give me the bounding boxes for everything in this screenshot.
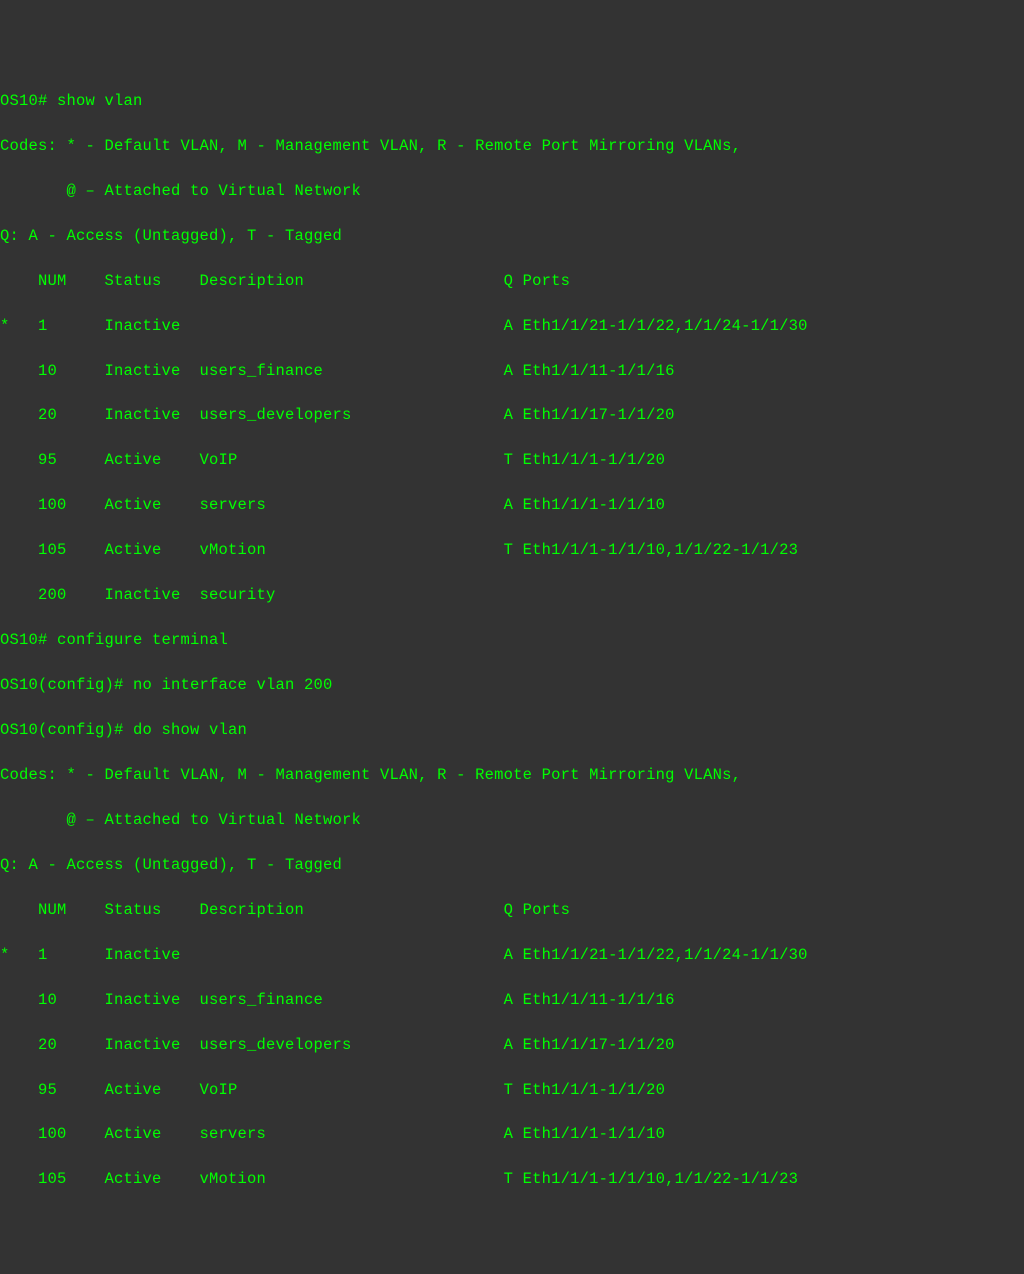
terminal-line: Codes: * - Default VLAN, M - Management … — [0, 135, 1024, 157]
table-header: NUM Status Description Q Ports — [0, 270, 1024, 292]
table-row: 100 Active servers A Eth1/1/1-1/1/10 — [0, 494, 1024, 516]
table-row: 105 Active vMotion T Eth1/1/1-1/1/10,1/1… — [0, 1168, 1024, 1190]
prompt: OS10(config)# — [0, 676, 133, 694]
command: no interface vlan 200 — [133, 676, 333, 694]
table-row: 20 Inactive users_developers A Eth1/1/17… — [0, 404, 1024, 426]
command: do show vlan — [133, 721, 247, 739]
terminal-line: OS10# show vlan — [0, 90, 1024, 112]
prompt: OS10# — [0, 92, 57, 110]
terminal-line: Q: A - Access (Untagged), T - Tagged — [0, 854, 1024, 876]
table-row: 20 Inactive users_developers A Eth1/1/17… — [0, 1034, 1024, 1056]
table-row: 10 Inactive users_finance A Eth1/1/11-1/… — [0, 360, 1024, 382]
command: show vlan — [57, 92, 143, 110]
terminal-line: Codes: * - Default VLAN, M - Management … — [0, 764, 1024, 786]
table-header: NUM Status Description Q Ports — [0, 899, 1024, 921]
terminal-line: OS10# configure terminal — [0, 629, 1024, 651]
terminal-line: Q: A - Access (Untagged), T - Tagged — [0, 225, 1024, 247]
table-row: * 1 Inactive A Eth1/1/21-1/1/22,1/1/24-1… — [0, 315, 1024, 337]
table-row: 95 Active VoIP T Eth1/1/1-1/1/20 — [0, 449, 1024, 471]
table-row: * 1 Inactive A Eth1/1/21-1/1/22,1/1/24-1… — [0, 944, 1024, 966]
table-row: 10 Inactive users_finance A Eth1/1/11-1/… — [0, 989, 1024, 1011]
command: configure terminal — [57, 631, 228, 649]
prompt: OS10(config)# — [0, 721, 133, 739]
table-row: 100 Active servers A Eth1/1/1-1/1/10 — [0, 1123, 1024, 1145]
terminal-line: @ – Attached to Virtual Network — [0, 809, 1024, 831]
terminal-line: OS10(config)# no interface vlan 200 — [0, 674, 1024, 696]
prompt: OS10# — [0, 631, 57, 649]
terminal-line: @ – Attached to Virtual Network — [0, 180, 1024, 202]
table-row: 95 Active VoIP T Eth1/1/1-1/1/20 — [0, 1079, 1024, 1101]
table-row: 105 Active vMotion T Eth1/1/1-1/1/10,1/1… — [0, 539, 1024, 561]
table-row: 200 Inactive security — [0, 584, 1024, 606]
terminal-line: OS10(config)# do show vlan — [0, 719, 1024, 741]
